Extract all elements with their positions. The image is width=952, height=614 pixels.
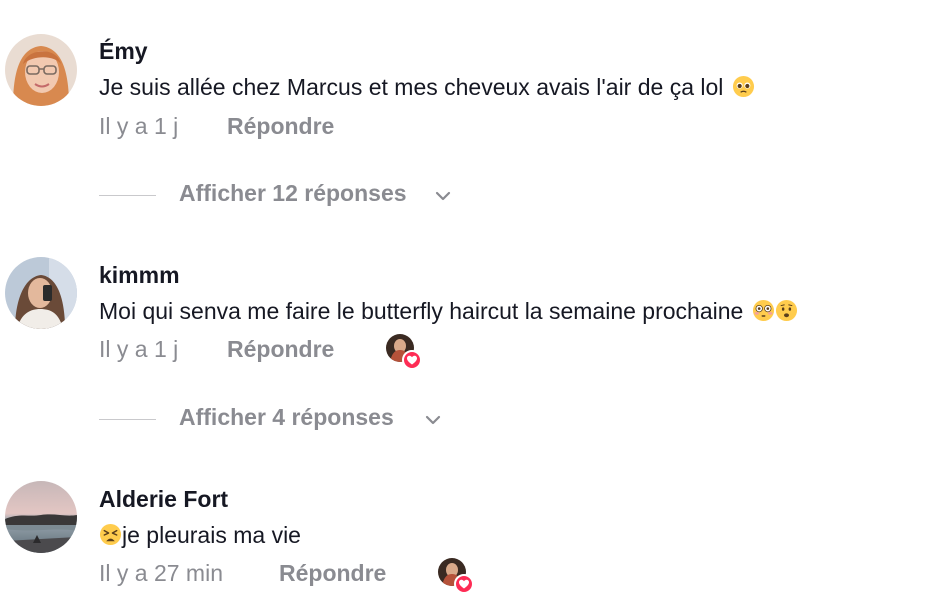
divider-line: [99, 195, 156, 196]
anguished-face-emoji-icon: [775, 299, 798, 322]
comment-timestamp: Il y a 1 j: [99, 113, 179, 139]
comment-text-body: Je suis allée chez Marcus et mes cheveux…: [99, 74, 724, 100]
creator-liked-badge: [438, 558, 474, 594]
comment-text-body: Moi qui senva me faire le butterfly hair…: [99, 298, 744, 324]
comment-text: Je suis allée chez Marcus et mes cheveux…: [99, 74, 755, 101]
comment-username[interactable]: kimmm: [99, 262, 180, 289]
reply-button[interactable]: Répondre: [227, 336, 334, 363]
view-replies-label: Afficher 12 réponses: [179, 180, 407, 206]
view-replies-label: Afficher 4 réponses: [179, 404, 394, 430]
heart-icon: [402, 350, 422, 370]
avatar[interactable]: [5, 34, 77, 106]
view-replies-button[interactable]: Afficher 12 réponses: [99, 180, 459, 210]
chevron-down-icon: [424, 411, 442, 429]
divider-line: [99, 419, 156, 420]
reply-button[interactable]: Répondre: [227, 113, 334, 140]
flushed-face-emoji-icon: [752, 299, 775, 322]
pleading-face-emoji-icon: [732, 75, 755, 98]
creator-liked-badge: [386, 334, 422, 370]
tired-face-emoji-icon: [99, 523, 122, 546]
view-replies-button[interactable]: Afficher 4 réponses: [99, 404, 449, 434]
avatar[interactable]: [5, 257, 77, 329]
comment-timestamp: Il y a 27 min: [99, 560, 223, 586]
comment-text: je pleurais ma vie: [99, 522, 301, 549]
comment-username[interactable]: Émy: [99, 38, 148, 65]
comment-username[interactable]: Alderie Fort: [99, 486, 228, 513]
heart-icon: [454, 574, 474, 594]
comment-text-body: je pleurais ma vie: [122, 522, 301, 548]
comment-text: Moi qui senva me faire le butterfly hair…: [99, 298, 798, 325]
reply-button[interactable]: Répondre: [279, 560, 386, 587]
comment-timestamp: Il y a 1 j: [99, 336, 179, 362]
avatar[interactable]: [5, 481, 77, 553]
chevron-down-icon: [434, 187, 452, 205]
